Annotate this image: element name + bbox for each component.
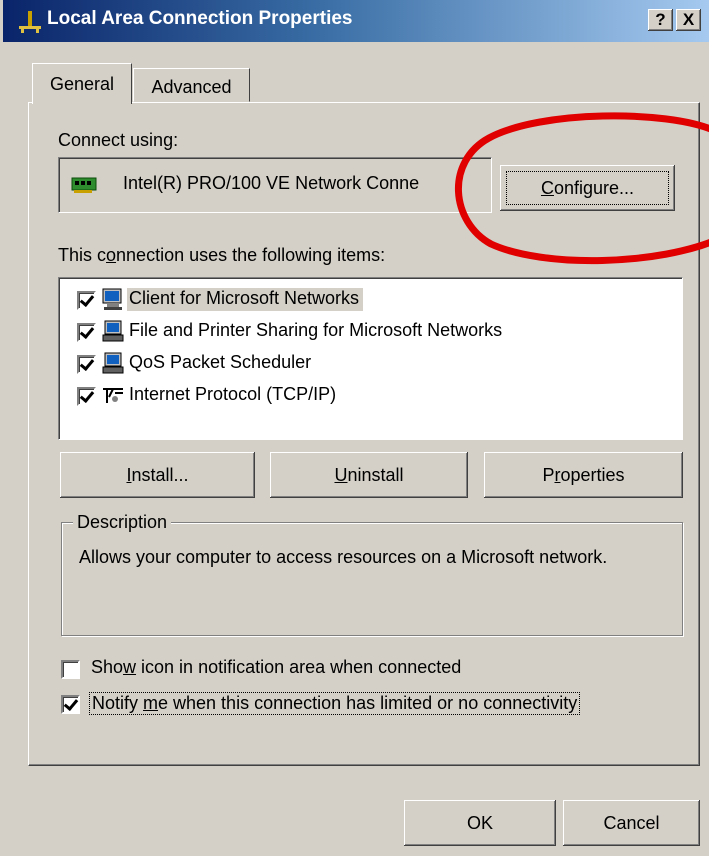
description-legend: Description — [73, 512, 172, 533]
uninstall-mnemonic: U — [334, 465, 348, 485]
uninstall-button[interactable]: Uninstall — [270, 452, 468, 498]
notify-label-before: Notify — [92, 693, 144, 713]
list-item[interactable]: Internet Protocol (TCP/IP) — [77, 380, 677, 410]
client-icon — [102, 288, 122, 310]
item-label: QoS Packet Scheduler — [129, 352, 312, 372]
adapter-field[interactable]: Intel(R) PRO/100 VE Network Conne — [58, 157, 492, 213]
notify-label-after: e when this connection has limited or no… — [158, 693, 578, 713]
properties-label-after: operties — [560, 465, 625, 485]
item-checkbox[interactable] — [77, 291, 96, 310]
adapter-name: Intel(R) PRO/100 VE Network Conne — [123, 173, 420, 193]
list-item[interactable]: Client for Microsoft Networks — [77, 284, 677, 314]
show-icon-checkbox[interactable] — [61, 660, 80, 679]
network-connection-icon — [19, 11, 41, 33]
item-label: Client for Microsoft Networks — [127, 288, 364, 311]
item-checkbox[interactable] — [77, 323, 96, 342]
focus-rectangle — [506, 171, 669, 205]
item-label: Internet Protocol (TCP/IP) — [129, 384, 337, 404]
notify-checkbox[interactable] — [61, 695, 80, 714]
properties-label-before: P — [542, 465, 555, 485]
tab-general[interactable]: General — [32, 63, 132, 104]
uninstall-label-rest: ninstall — [347, 465, 404, 485]
ok-button[interactable]: OK — [404, 800, 556, 846]
title-bar[interactable]: Local Area Connection Properties ? X — [3, 0, 709, 42]
list-item[interactable]: QoS Packet Scheduler — [77, 348, 677, 378]
service-icon — [102, 352, 124, 374]
network-adapter-icon — [71, 177, 97, 193]
notify-label: Notify me when this connection has limit… — [89, 692, 581, 715]
notify-mnemonic: m — [143, 693, 159, 713]
notify-option[interactable]: Notify me when this connection has limit… — [61, 691, 701, 717]
item-checkbox[interactable] — [77, 387, 96, 406]
components-list[interactable]: Client for Microsoft Networks File and P… — [58, 277, 683, 440]
show-icon-option[interactable]: Show icon in notification area when conn… — [61, 656, 701, 682]
install-label-rest: nstall... — [131, 465, 189, 485]
help-button[interactable]: ? — [648, 9, 673, 31]
show-icon-label-before: Sho — [91, 657, 124, 677]
service-icon — [102, 320, 124, 342]
item-checkbox[interactable] — [77, 355, 96, 374]
show-icon-mnemonic: w — [123, 657, 137, 677]
list-item[interactable]: File and Printer Sharing for Microsoft N… — [77, 316, 677, 346]
description-group — [61, 522, 683, 636]
items-label: This connection uses the following items… — [58, 245, 385, 266]
show-icon-label-after: icon in notification area when connected — [136, 657, 462, 677]
close-button[interactable]: X — [676, 9, 701, 31]
cancel-button[interactable]: Cancel — [563, 800, 700, 846]
window-title: Local Area Connection Properties — [47, 8, 353, 29]
items-label-before: This c — [58, 245, 107, 265]
connect-using-label: Connect using: — [58, 130, 179, 150]
tab-advanced[interactable]: Advanced — [133, 68, 250, 102]
properties-dialog: Local Area Connection Properties ? X Gen… — [0, 0, 709, 856]
item-label: File and Printer Sharing for Microsoft N… — [129, 320, 503, 340]
protocol-icon — [103, 388, 123, 403]
description-text: Allows your computer to access resources… — [79, 547, 608, 567]
properties-button[interactable]: Properties — [484, 452, 683, 498]
items-label-mnemonic: o — [106, 245, 117, 265]
configure-button[interactable]: Configure... — [500, 165, 675, 211]
items-label-after: nnection uses the following items: — [116, 245, 386, 265]
show-icon-label: Show icon in notification area when conn… — [91, 657, 461, 678]
install-button[interactable]: Install... — [60, 452, 255, 498]
